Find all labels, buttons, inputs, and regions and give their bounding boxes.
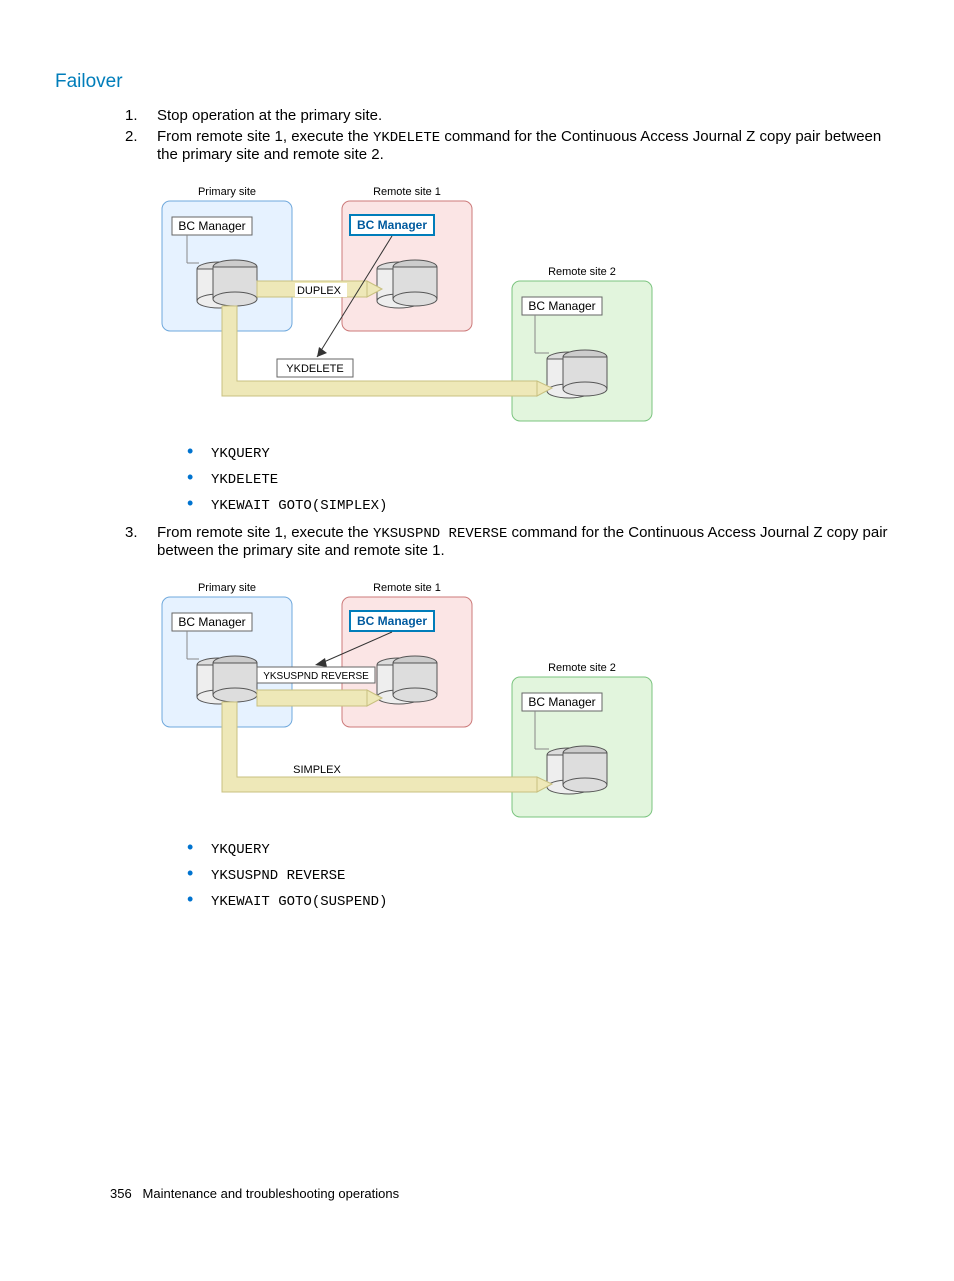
d1-remote1-label: Remote site 1: [373, 186, 441, 198]
d2-bc-remote2: BC Manager: [528, 695, 595, 709]
step-1: Stop operation at the primary site.: [125, 107, 894, 124]
step-3: From remote site 1, execute the YKSUSPND…: [125, 524, 894, 910]
d1-bc-remote1: BC Manager: [357, 218, 427, 232]
d1-action: YKDELETE: [286, 363, 343, 375]
step-2-code: YKDELETE: [373, 130, 440, 146]
bullet-item: YKQUERY: [187, 444, 894, 462]
cylinder-icon: [547, 746, 607, 794]
d2-remote2-label: Remote site 2: [548, 662, 616, 674]
diagram-2: Primary site Remote site 1 Remote site 2…: [157, 577, 894, 822]
d2-state: YKSUSPND REVERSE: [263, 671, 369, 682]
cylinder-icon: [197, 260, 257, 308]
bullet-text: YKSUSPND REVERSE: [211, 868, 345, 884]
bullet-item: YKDELETE: [187, 470, 894, 488]
diagram-1-svg: Primary site Remote site 1 Remote site 2…: [157, 181, 667, 426]
diagram-2-svg: Primary site Remote site 1 Remote site 2…: [157, 577, 667, 822]
step-3-code: YKSUSPND REVERSE: [373, 526, 507, 542]
bullet-text: YKEWAIT GOTO(SUSPEND): [211, 894, 387, 910]
diagram-1: Primary site Remote site 1 Remote site 2…: [157, 181, 894, 426]
bullet-item: YKSUSPND REVERSE: [187, 866, 894, 884]
bullet-text: YKDELETE: [211, 472, 278, 488]
bullet-item: YKEWAIT GOTO(SUSPEND): [187, 892, 894, 910]
d2-action: SIMPLEX: [293, 764, 341, 776]
d2-bc-primary: BC Manager: [178, 615, 245, 629]
cylinder-icon: [547, 350, 607, 398]
d1-remote2-label: Remote site 2: [548, 266, 616, 278]
step-1-text: Stop operation at the primary site.: [157, 107, 382, 124]
d1-bc-remote2: BC Manager: [528, 299, 595, 313]
page-footer: 356 Maintenance and troubleshooting oper…: [110, 1186, 399, 1201]
bullet-text: YKQUERY: [211, 842, 270, 858]
bullet-item: YKQUERY: [187, 840, 894, 858]
d1-bc-primary: BC Manager: [178, 219, 245, 233]
d1-primary-label: Primary site: [198, 186, 256, 198]
d2-primary-label: Primary site: [198, 582, 256, 594]
bullet-text: YKQUERY: [211, 446, 270, 462]
step-2-pre: From remote site 1, execute the: [157, 128, 373, 145]
page-number: 356: [110, 1186, 132, 1201]
cylinder-icon: [377, 260, 437, 308]
d2-remote1-label: Remote site 1: [373, 582, 441, 594]
section-title: Maintenance and troubleshooting operatio…: [143, 1186, 400, 1201]
bullet-item: YKEWAIT GOTO(SIMPLEX): [187, 496, 894, 514]
bullet-text: YKEWAIT GOTO(SIMPLEX): [211, 498, 387, 514]
d2-bc-remote1: BC Manager: [357, 614, 427, 628]
d1-state: DUPLEX: [297, 285, 342, 297]
cylinder-icon: [197, 656, 257, 704]
step-2: From remote site 1, execute the YKDELETE…: [125, 128, 894, 514]
step-3-pre: From remote site 1, execute the: [157, 524, 373, 541]
section-heading: Failover: [55, 71, 894, 93]
step-2-bullets: YKQUERY YKDELETE YKEWAIT GOTO(SIMPLEX): [157, 444, 894, 514]
step-3-bullets: YKQUERY YKSUSPND REVERSE YKEWAIT GOTO(SU…: [157, 840, 894, 910]
cylinder-icon: [377, 656, 437, 704]
step-list: Stop operation at the primary site. From…: [125, 107, 894, 910]
